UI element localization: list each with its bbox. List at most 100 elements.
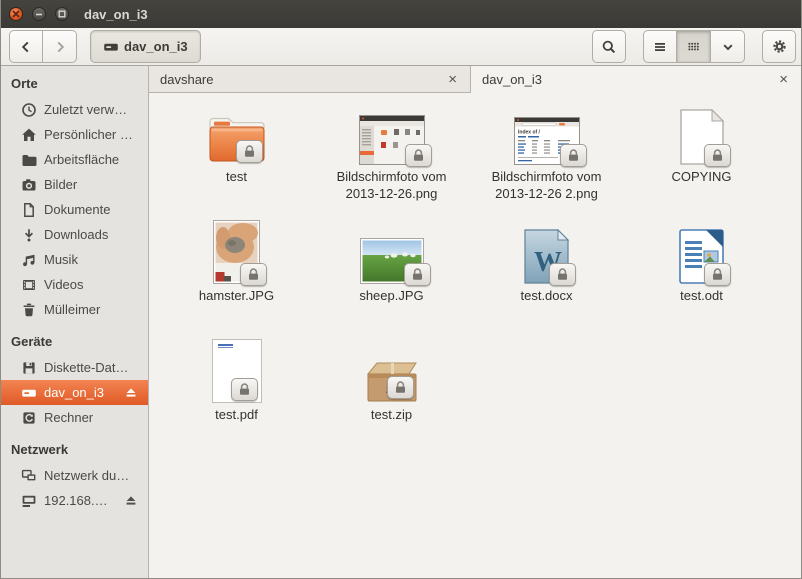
tab-close-button[interactable]: × [776,72,791,87]
file-item-test-odt[interactable]: test.odt [624,220,779,339]
maximize-window-button[interactable] [55,7,69,21]
main-area: Orte Zuletzt verw… Persönlicher … Arbeit… [1,66,801,578]
file-item-test-zip[interactable]: zip test.zip [314,339,469,458]
tab-dav-on-i3[interactable]: dav_on_i3 × [471,66,801,93]
harddrive-icon [21,385,37,401]
sidebar-item-documents[interactable]: Dokumente [1,197,148,222]
sidebar-section-places: Orte [1,76,148,91]
sidebar-item-recent[interactable]: Zuletzt verw… [1,97,148,122]
content-area: davshare × dav_on_i3 × [149,66,801,578]
sidebar-item-label: Rechner [44,410,93,425]
sidebar-item-label: dav_on_i3 [44,385,104,400]
tab-davshare[interactable]: davshare × [149,66,471,93]
view-options-dropdown[interactable] [711,30,745,63]
sidebar-item-floppy[interactable]: Diskette-Dat… [1,355,148,380]
computer-icon [21,410,37,426]
sidebar-item-label: Mülleimer [44,302,100,317]
network-drive-icon [21,493,37,509]
sidebar-item-label: Persönlicher … [44,127,133,142]
sidebar-item-dav-on-i3[interactable]: dav_on_i3 [1,380,148,405]
tab-close-button[interactable]: × [445,72,460,87]
lock-emblem [704,144,731,167]
file-label: test.pdf [215,406,258,423]
sidebar-item-network-server[interactable]: 192.168.… [1,488,148,513]
lock-emblem [387,376,414,399]
eject-icon [123,385,139,401]
lock-emblem [405,144,432,167]
sidebar-item-label: Zuletzt verw… [44,102,127,117]
sidebar-item-videos[interactable]: Videos [1,272,148,297]
chevron-down-icon [720,39,736,55]
file-manager-window: dav_on_i3 dav_on_i3 [0,0,802,579]
file-label: test.odt [680,287,723,304]
floppy-icon [21,360,37,376]
sidebar-item-label: Arbeitsfläche [44,152,119,167]
network-icon [21,468,37,484]
sidebar-item-home[interactable]: Persönlicher … [1,122,148,147]
sidebar-item-downloads[interactable]: Downloads [1,222,148,247]
lock-emblem [240,263,267,286]
folder-icon [21,152,37,168]
list-view-button[interactable] [643,30,677,63]
file-item-copying[interactable]: COPYING [624,101,779,220]
file-label: Bildschirmfoto vom 2013-12-26 2.png [480,168,614,202]
tab-label: dav_on_i3 [482,72,542,87]
trash-icon [21,302,37,318]
file-label: COPYING [672,168,732,185]
lock-emblem [231,378,258,401]
minimize-window-button[interactable] [32,7,46,21]
sidebar-section-devices: Geräte [1,334,148,349]
sidebar-item-desktop[interactable]: Arbeitsfläche [1,147,148,172]
tab-label: davshare [160,72,213,87]
eject-icon [123,493,139,509]
sidebar-item-label: Netzwerk du… [44,468,129,483]
sidebar-item-pictures[interactable]: Bilder [1,172,148,197]
search-button[interactable] [592,30,626,63]
file-item-screenshot-1[interactable]: Bildschirmfoto vom 2013-12-26.png [314,101,469,220]
sidebar-item-trash[interactable]: Mülleimer [1,297,148,322]
file-label: test.zip [371,406,412,423]
file-item-test[interactable]: test [159,101,314,220]
file-label: test [226,168,247,185]
file-item-sheep-jpg[interactable]: sheep.JPG [314,220,469,339]
file-item-test-docx[interactable]: W test.docx [469,220,624,339]
sidebar-item-music[interactable]: Musik [1,247,148,272]
file-grid: test [149,93,801,578]
forward-icon [52,39,68,55]
settings-menu-button[interactable] [762,30,796,63]
file-item-screenshot-2[interactable]: Index of / Bildschirmfoto vom 201 [469,101,624,220]
titlebar[interactable]: dav_on_i3 [1,0,801,28]
sidebar-item-computer[interactable]: Rechner [1,405,148,430]
file-label: Bildschirmfoto vom 2013-12-26.png [325,168,459,202]
eject-button[interactable] [123,385,139,401]
document-icon [21,202,37,218]
path-button-label: dav_on_i3 [124,39,188,54]
file-item-test-pdf[interactable]: test.pdf [159,339,314,458]
close-window-button[interactable] [9,7,23,21]
download-icon [21,227,37,243]
close-icon [12,10,20,18]
lock-emblem [404,263,431,286]
places-sidebar: Orte Zuletzt verw… Persönlicher … Arbeit… [1,66,149,578]
thumbnail-text: Index of / [518,130,541,136]
eject-button[interactable] [123,493,139,509]
sidebar-item-label: Bilder [44,177,77,192]
back-icon [18,39,34,55]
sidebar-item-label: 192.168.… [44,493,108,508]
sidebar-item-browse-network[interactable]: Netzwerk du… [1,463,148,488]
sidebar-section-network: Netzwerk [1,442,148,457]
history-nav-group [9,30,77,63]
lock-emblem [560,144,587,167]
sidebar-item-label: Downloads [44,227,108,242]
path-button[interactable]: dav_on_i3 [90,30,201,63]
back-button[interactable] [9,30,43,63]
sidebar-item-label: Musik [44,252,78,267]
sidebar-item-label: Diskette-Dat… [44,360,129,375]
file-item-hamster-jpg[interactable]: hamster.JPG [159,220,314,339]
lock-emblem [704,263,731,286]
clock-icon [21,102,37,118]
forward-button[interactable] [43,30,77,63]
lock-emblem [549,263,576,286]
grid-view-button[interactable] [677,30,711,63]
grid-view-icon [686,39,702,55]
